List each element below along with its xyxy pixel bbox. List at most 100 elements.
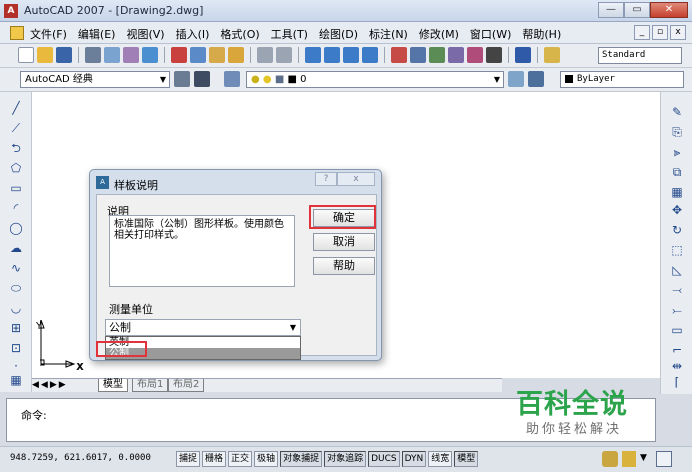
text-style-icon[interactable] xyxy=(544,47,560,63)
ellipse-arc-icon[interactable]: ◡ xyxy=(8,300,24,316)
trim-icon[interactable]: ⤙ xyxy=(669,282,685,298)
hatch-icon[interactable]: ▦ xyxy=(8,372,24,388)
rotate-icon[interactable]: ↻ xyxy=(669,222,685,238)
layer-combo[interactable]: ● ● ■ ■ 0 ▼ xyxy=(246,71,504,88)
rectangle-icon[interactable]: ▭ xyxy=(8,180,24,196)
units-select[interactable]: 公制 ▼ xyxy=(105,319,301,336)
extend-icon[interactable]: ⤚ xyxy=(669,302,685,318)
sheet-set-icon[interactable] xyxy=(448,47,464,63)
markup-icon[interactable] xyxy=(467,47,483,63)
cut-icon[interactable] xyxy=(171,47,187,63)
menu-tools[interactable]: 工具(T) xyxy=(271,26,308,42)
zoom-window-icon[interactable] xyxy=(343,47,359,63)
tab-model[interactable]: 模型 xyxy=(98,379,128,392)
insert-block-icon[interactable]: ⊞ xyxy=(8,320,24,336)
offset-icon[interactable]: ⧉ xyxy=(669,164,685,180)
dialog-help-icon[interactable]: ? xyxy=(315,172,337,186)
tab-layout1[interactable]: 布局1 xyxy=(132,379,169,392)
otrack-toggle[interactable]: 对象追踪 xyxy=(324,451,367,467)
layer-previous-icon[interactable] xyxy=(528,71,544,87)
fillet-icon[interactable]: ⌈ xyxy=(669,374,685,390)
redo-icon[interactable] xyxy=(276,47,292,63)
tab-layout2[interactable]: 布局2 xyxy=(168,379,205,392)
zoom-realtime-icon[interactable] xyxy=(324,47,340,63)
doc-close-button[interactable]: x xyxy=(670,25,686,40)
stretch-icon[interactable]: ◺ xyxy=(669,262,685,278)
units-option-imperial[interactable]: 英制 xyxy=(106,337,300,348)
copy-icon[interactable] xyxy=(190,47,206,63)
menu-window[interactable]: 窗口(W) xyxy=(470,26,511,42)
menu-modify[interactable]: 修改(M) xyxy=(419,26,459,42)
ellipse-icon[interactable]: ⬭ xyxy=(8,280,24,296)
dialog-close-button[interactable]: x xyxy=(337,172,375,186)
osnap-toggle[interactable]: 对象捕捉 xyxy=(280,451,323,467)
save-icon[interactable] xyxy=(56,47,72,63)
minimize-button[interactable]: — xyxy=(598,2,624,18)
erase-icon[interactable]: ✎ xyxy=(669,104,685,120)
line-icon[interactable]: ╱ xyxy=(8,100,24,116)
paste-icon[interactable] xyxy=(209,47,225,63)
cancel-button[interactable]: 取消 xyxy=(313,233,375,251)
lineweight-toggle[interactable]: 线宽 xyxy=(428,451,453,467)
polygon-icon[interactable]: ⬠ xyxy=(8,160,24,176)
design-center-icon[interactable] xyxy=(410,47,426,63)
help-icon[interactable] xyxy=(515,47,531,63)
communication-center-icon[interactable] xyxy=(602,451,618,467)
make-block-icon[interactable]: ⊡ xyxy=(8,340,24,356)
menu-dimension[interactable]: 标注(N) xyxy=(369,26,408,42)
move-icon[interactable]: ✥ xyxy=(669,202,685,218)
document-icon[interactable] xyxy=(10,26,24,40)
maximize-button[interactable]: ▭ xyxy=(624,2,650,18)
ducs-toggle[interactable]: DUCS xyxy=(368,451,400,467)
tool-palettes-icon[interactable] xyxy=(429,47,445,63)
pan-icon[interactable] xyxy=(305,47,321,63)
calculator-icon[interactable] xyxy=(486,47,502,63)
make-current-layer-icon[interactable] xyxy=(508,71,524,87)
lock-toolbar-icon[interactable] xyxy=(622,451,636,467)
layer-manager-icon[interactable] xyxy=(224,71,240,87)
menu-insert[interactable]: 插入(I) xyxy=(176,26,210,42)
doc-restore-button[interactable]: ▫ xyxy=(652,25,668,40)
menu-file[interactable]: 文件(F) xyxy=(30,26,67,42)
dyn-toggle[interactable]: DYN xyxy=(401,451,427,467)
polyline-icon[interactable]: ⮌ xyxy=(8,140,24,156)
ortho-toggle[interactable]: 正交 xyxy=(228,451,253,467)
array-icon[interactable]: ▦ xyxy=(669,184,685,200)
menu-edit[interactable]: 编辑(E) xyxy=(78,26,116,42)
workspace-combo[interactable]: AutoCAD 经典 ▼ xyxy=(20,71,170,88)
zoom-previous-icon[interactable] xyxy=(362,47,378,63)
chamfer-icon[interactable]: ⌐ xyxy=(669,342,685,358)
doc-minimize-button[interactable]: _ xyxy=(634,25,650,40)
units-option-metric[interactable]: 公制 xyxy=(106,348,300,359)
arc-icon[interactable]: ◜ xyxy=(8,200,24,216)
match-properties-icon[interactable] xyxy=(228,47,244,63)
print-icon[interactable] xyxy=(85,47,101,63)
close-button[interactable]: ✕ xyxy=(650,2,688,18)
scale-icon[interactable]: ⬚ xyxy=(669,242,685,258)
help-button[interactable]: 帮助 xyxy=(313,257,375,275)
new-file-icon[interactable] xyxy=(18,47,34,63)
grid-toggle[interactable]: 栅格 xyxy=(202,451,227,467)
menu-draw[interactable]: 绘图(D) xyxy=(319,26,358,42)
polar-toggle[interactable]: 极轴 xyxy=(254,451,279,467)
publish-icon[interactable] xyxy=(123,47,139,63)
construction-line-icon[interactable]: ⟋ xyxy=(8,120,24,136)
linetype-combo[interactable]: ByLayer xyxy=(560,71,684,88)
menu-format[interactable]: 格式(O) xyxy=(220,26,259,42)
tab-nav-arrows[interactable]: ◀◀▶▶ xyxy=(32,380,68,390)
open-folder-icon[interactable] xyxy=(37,47,53,63)
model-toggle[interactable]: 模型 xyxy=(454,451,479,467)
chevron-down-icon[interactable]: ▼ xyxy=(640,453,647,463)
circle-icon[interactable]: ◯ xyxy=(8,220,24,236)
mirror-icon[interactable]: ⫸ xyxy=(669,144,685,160)
break-icon[interactable]: ▭ xyxy=(669,322,685,338)
revision-cloud-icon[interactable]: ☁ xyxy=(8,240,24,256)
clean-screen-icon[interactable] xyxy=(656,451,672,467)
menu-help[interactable]: 帮助(H) xyxy=(522,26,561,42)
menu-view[interactable]: 视图(V) xyxy=(126,26,164,42)
3d-dwf-icon[interactable] xyxy=(142,47,158,63)
text-style-combo[interactable]: Standard xyxy=(598,47,682,64)
snap-toggle[interactable]: 捕捉 xyxy=(176,451,201,467)
ok-button[interactable]: 确定 xyxy=(313,209,375,227)
properties-icon[interactable] xyxy=(391,47,407,63)
